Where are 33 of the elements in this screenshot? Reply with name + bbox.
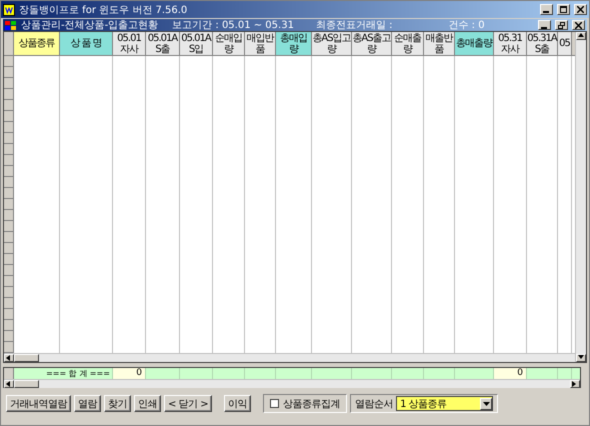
sort-order-label: 열람순서 [355, 398, 394, 410]
column-header[interactable]: 총AS출고량 [352, 32, 392, 55]
column-header[interactable]: 05.01AS출 [146, 32, 180, 55]
column-header[interactable]: 매입반품 [245, 32, 276, 55]
record-count: 건수 : 0 [448, 19, 485, 32]
column-header[interactable]: 05.31AS출 [527, 32, 558, 55]
report-period: 보고기간 : 05.01 ~ 05.31 [172, 19, 294, 32]
toolbar-button[interactable]: 열람 [74, 395, 101, 412]
toolbar-button[interactable]: 거래내역열람 [6, 395, 71, 412]
total-cell: 0 [494, 368, 527, 379]
profit-button[interactable]: 이익 [224, 395, 252, 412]
last-slip-date: 최종전표거래일 : [316, 19, 392, 32]
column-header[interactable]: 05 [558, 32, 572, 55]
child-window-title: 상품관리-전체상품-입출고현황 [21, 19, 158, 32]
column-header[interactable]: 총AS입고량 [312, 32, 352, 55]
column-header[interactable]: 순매입량 [213, 32, 245, 55]
total-cell: 0 [113, 368, 146, 379]
column-header[interactable]: 05.31자사 [494, 32, 527, 55]
column-header[interactable]: 05.01AS입 [180, 32, 213, 55]
column-header[interactable]: 상품종류 [14, 32, 60, 55]
sort-order-dropdown[interactable]: 1 상품종류 [396, 396, 494, 411]
column-header[interactable]: 매출반품 [424, 32, 455, 55]
column-header[interactable]: 상 품 명 [60, 32, 113, 55]
column-header[interactable]: 05.01자사 [113, 32, 146, 55]
checkbox-label: 상품종류집계 [283, 398, 340, 410]
column-header[interactable]: 순매출량 [392, 32, 424, 55]
toolbar-button[interactable]: < 닫기 > [164, 395, 212, 412]
column-header[interactable]: 총매출량 [455, 32, 494, 55]
category-total-checkbox[interactable]: 상품종류집계 [263, 394, 348, 413]
column-header[interactable]: 총매입량 [276, 32, 312, 55]
toolbar-button[interactable]: 인쇄 [134, 395, 161, 412]
toolbar-button[interactable]: 찾기 [104, 395, 131, 412]
window-title: 장돌뱅이프로 for 윈도우 버전 7.56.0 [19, 4, 188, 16]
